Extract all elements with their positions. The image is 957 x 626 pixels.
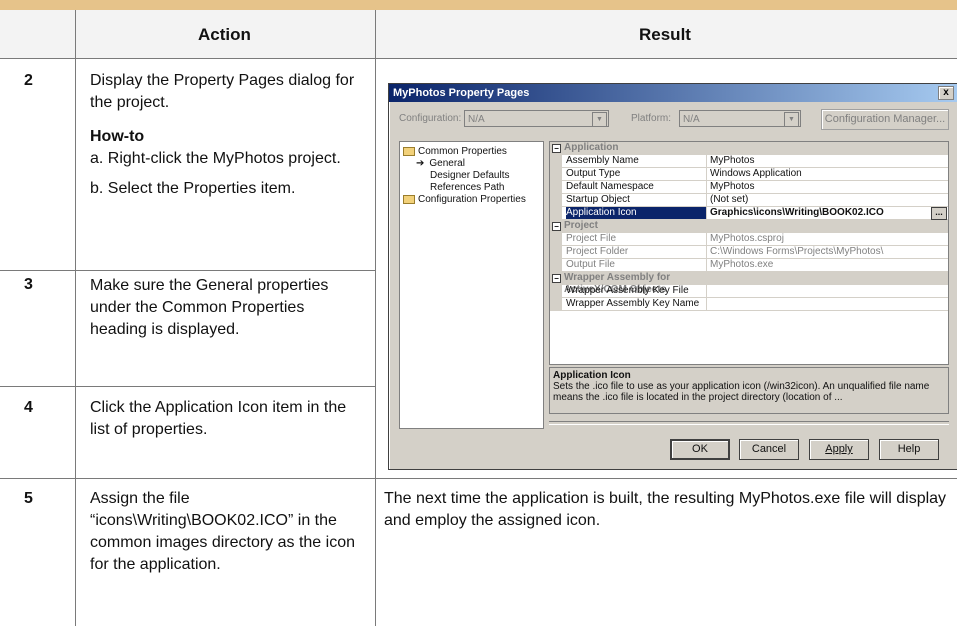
step-result: The next time the application is built, … — [384, 490, 947, 529]
header-action: Action — [198, 25, 251, 44]
header-result: Result — [639, 25, 691, 44]
property-row[interactable]: Default Namespace MyPhotos — [550, 181, 948, 194]
property-row[interactable]: Wrapper Assembly Key Name — [550, 298, 948, 311]
button-separator — [549, 421, 949, 425]
category-wrapper-assembly[interactable]: − Wrapper Assembly for ActiveX/COM Object… — [550, 272, 948, 295]
configuration-select[interactable]: N/A ▼ — [464, 110, 609, 127]
collapse-icon: − — [552, 274, 561, 283]
row-divider-5 — [0, 478, 957, 479]
row-divider-4 — [0, 386, 375, 387]
property-description: Application Icon Sets the .ico file to u… — [549, 367, 949, 414]
property-row[interactable]: Output File MyPhotos.exe — [550, 259, 948, 272]
ellipsis-button[interactable]: ... — [931, 207, 947, 220]
howto-item: a. Right-click the MyPhotos project. — [90, 150, 341, 167]
header-divider — [0, 58, 957, 59]
step-text: Click the Application Icon item in the l… — [90, 399, 347, 438]
step-number: 3 — [24, 276, 33, 293]
col-divider-2 — [375, 10, 376, 626]
chevron-down-icon: ▼ — [592, 112, 607, 127]
table-header — [0, 10, 957, 58]
tree-item-configuration-properties[interactable]: Configuration Properties — [403, 193, 526, 206]
step-text: Display the Property Pages dialog for th… — [90, 72, 355, 111]
howto-item: b. Select the Properties item. — [90, 180, 296, 197]
platform-label: Platform: — [631, 113, 672, 124]
step-number: 4 — [24, 399, 33, 416]
apply-button[interactable]: Apply — [809, 439, 869, 460]
property-row-application-icon[interactable]: Application Icon Graphics\icons\Writing\B… — [550, 207, 948, 220]
description-text: Sets the .ico file to use as your applic… — [553, 381, 930, 403]
configuration-manager-button[interactable]: Configuration Manager... — [821, 109, 949, 130]
category-application[interactable]: − Application — [550, 142, 948, 155]
property-row[interactable]: Project File MyPhotos.csproj — [550, 233, 948, 246]
category-project[interactable]: − Project — [550, 220, 948, 233]
ok-button[interactable]: OK — [670, 439, 730, 460]
close-icon[interactable]: x — [938, 86, 954, 100]
property-row[interactable]: Wrapper Assembly Key File — [550, 285, 948, 298]
property-tree: Common Properties ➔ General Designer Defa… — [399, 141, 544, 429]
col-divider-1 — [75, 10, 76, 626]
folder-open-icon — [403, 146, 415, 156]
description-title: Application Icon — [553, 370, 631, 381]
step-number: 5 — [24, 490, 33, 507]
property-row[interactable]: Startup Object (Not set) — [550, 194, 948, 207]
howto-heading: How-to — [90, 128, 145, 145]
dialog-titlebar: MyPhotos Property Pages x — [389, 84, 957, 102]
property-grid: − Application Assembly Name MyPhotos Outpu… — [549, 141, 949, 365]
collapse-icon: − — [552, 222, 561, 231]
arrow-right-icon: ➔ — [416, 158, 425, 169]
folder-icon — [403, 194, 415, 204]
platform-value: N/A — [683, 114, 700, 125]
row-divider-3 — [0, 270, 375, 271]
chevron-down-icon: ▼ — [784, 112, 799, 127]
step-action: Display the Property Pages dialog for th… — [90, 70, 365, 200]
cancel-button[interactable]: Cancel — [739, 439, 799, 460]
configuration-value: N/A — [468, 114, 485, 125]
help-button[interactable]: Help — [879, 439, 939, 460]
property-row[interactable]: Output Type Windows Application — [550, 168, 948, 181]
platform-select[interactable]: N/A ▼ — [679, 110, 801, 127]
property-row[interactable]: Project Folder C:\Windows Forms\Projects\… — [550, 246, 948, 259]
property-pages-dialog: MyPhotos Property Pages x Configuration:… — [388, 83, 957, 470]
step-text: Make sure the General properties under t… — [90, 277, 329, 338]
dialog-title: MyPhotos Property Pages — [393, 87, 530, 99]
step-text: Assign the file “icons\Writing\BOOK02.IC… — [90, 490, 355, 573]
collapse-icon: − — [552, 144, 561, 153]
property-row[interactable]: Assembly Name MyPhotos — [550, 155, 948, 168]
step-number: 2 — [24, 72, 33, 89]
configuration-label: Configuration: — [399, 113, 462, 124]
